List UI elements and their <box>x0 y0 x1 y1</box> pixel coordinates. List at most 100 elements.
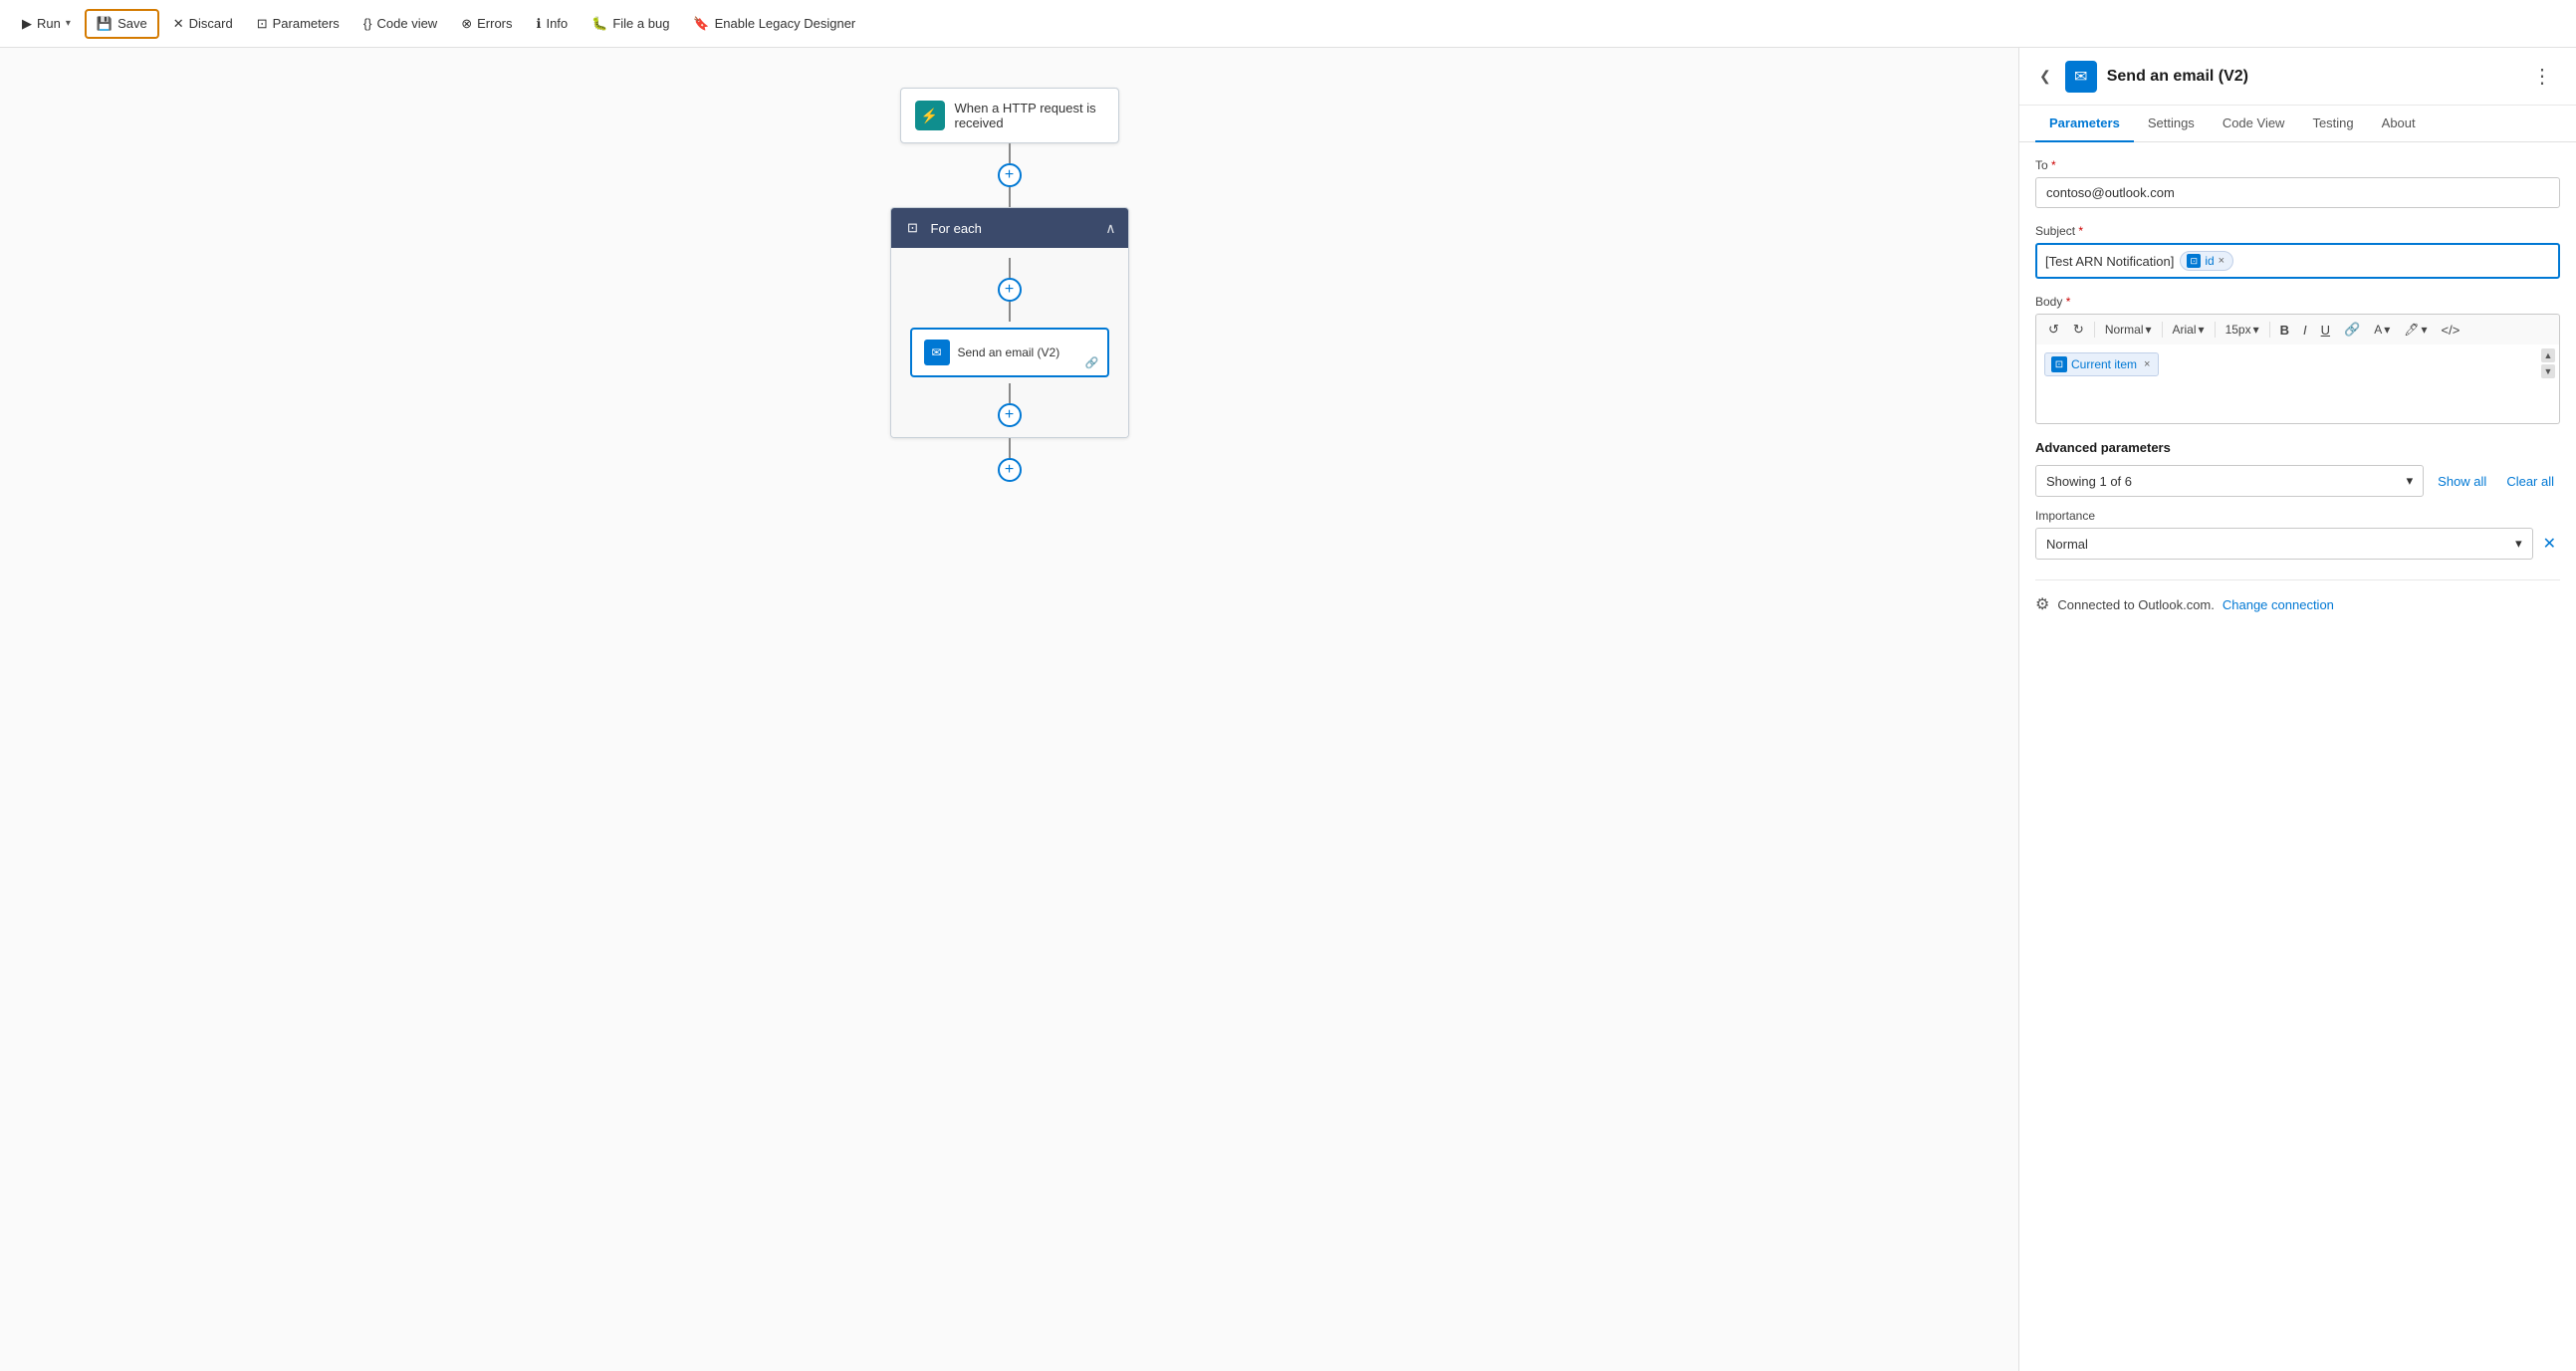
link-icon: 🔗 <box>1085 356 1099 369</box>
font-color-icon: A <box>2374 323 2382 337</box>
add-button-inner-top[interactable]: + <box>998 278 1022 302</box>
subject-field-input[interactable]: [Test ARN Notification] ⊡ id × <box>2035 243 2560 279</box>
size-chevron-icon: ▾ <box>2253 323 2259 337</box>
connector-inner-bottom: + <box>998 383 1022 427</box>
font-color-chevron-icon: ▾ <box>2384 323 2390 337</box>
scroll-up-button[interactable]: ▲ <box>2541 348 2555 362</box>
paragraph-chevron-icon: ▾ <box>2145 323 2151 337</box>
to-field-input[interactable] <box>2035 177 2560 208</box>
code-btn[interactable]: </> <box>2438 321 2464 340</box>
show-all-button[interactable]: Show all <box>2432 470 2492 493</box>
clear-all-button[interactable]: Clear all <box>2500 470 2560 493</box>
panel-app-icon: ✉ <box>2065 61 2097 93</box>
advanced-params-label: Advanced parameters <box>2035 440 2560 455</box>
importance-select[interactable]: Normal ▾ <box>2035 528 2533 560</box>
canvas[interactable]: ⚡ When a HTTP request is received + ⊡ Fo… <box>0 48 2018 1371</box>
legacy-icon: 🔖 <box>693 16 709 32</box>
add-button-inner-bottom[interactable]: + <box>998 403 1022 427</box>
redo-button[interactable]: ↻ <box>2069 320 2088 340</box>
font-chevron-icon: ▾ <box>2199 323 2205 337</box>
toolbar: ▶ Run ▾ 💾 Save ✕ Discard ⊡ Parameters {}… <box>0 0 2576 48</box>
tab-code-view[interactable]: Code View <box>2209 106 2299 142</box>
highlight-select[interactable]: 🖊 ▾ <box>2400 321 2431 339</box>
importance-value: Normal <box>2046 537 2088 552</box>
errors-button[interactable]: ⊗ Errors <box>451 11 522 37</box>
tab-testing[interactable]: Testing <box>2298 106 2367 142</box>
foreach-collapse-button[interactable]: ∧ <box>1105 220 1115 237</box>
change-connection-link[interactable]: Change connection <box>2223 597 2334 612</box>
connection-icon: ⚙ <box>2035 594 2049 614</box>
size-select[interactable]: 15px ▾ <box>2222 321 2263 339</box>
foreach-icon: ⊡ <box>903 218 923 238</box>
font-select[interactable]: Arial ▾ <box>2169 321 2209 339</box>
italic-button[interactable]: I <box>2299 321 2311 340</box>
undo-button[interactable]: ↺ <box>2044 320 2063 340</box>
tab-settings[interactable]: Settings <box>2134 106 2209 142</box>
file-bug-button[interactable]: 🐛 File a bug <box>582 11 679 37</box>
tab-about[interactable]: About <box>2368 106 2430 142</box>
paragraph-label: Normal <box>2105 323 2144 337</box>
connector-line-2 <box>1009 438 1011 458</box>
connector-inner-line-bottom <box>1009 383 1011 403</box>
main-area: ⚡ When a HTTP request is received + ⊡ Fo… <box>0 48 2576 1371</box>
connector-inner-line-top-b <box>1009 302 1011 322</box>
parameters-button[interactable]: ⊡ Parameters <box>247 11 350 37</box>
info-icon: ℹ <box>537 16 542 32</box>
toolbar-divider-1 <box>2094 322 2095 338</box>
body-token[interactable]: ⊡ Current item × <box>2044 352 2159 376</box>
legacy-designer-button[interactable]: 🔖 Enable Legacy Designer <box>683 11 865 37</box>
save-button[interactable]: 💾 Save <box>85 9 159 39</box>
subject-field-label: Subject * <box>2035 224 2560 238</box>
to-field-group: To * <box>2035 158 2560 208</box>
size-label: 15px <box>2225 323 2251 337</box>
panel-tabs: Parameters Settings Code View Testing Ab… <box>2019 106 2576 142</box>
highlight-icon: 🖊 <box>2404 323 2419 337</box>
legacy-label: Enable Legacy Designer <box>715 16 856 31</box>
token-icon: ⊡ <box>2187 254 2201 268</box>
code-view-label: Code view <box>377 16 438 31</box>
scroll-down-button[interactable]: ▼ <box>2541 364 2555 378</box>
errors-label: Errors <box>477 16 512 31</box>
token-close-button[interactable]: × <box>2219 255 2225 267</box>
email-node[interactable]: ✉ Send an email (V2) 🔗 <box>910 328 1109 377</box>
errors-icon: ⊗ <box>461 16 472 32</box>
font-color-select[interactable]: A ▾ <box>2370 321 2394 339</box>
body-content-area[interactable]: ⊡ Current item × ▲ ▼ <box>2035 344 2560 424</box>
body-token-label: Current item <box>2071 357 2137 371</box>
foreach-body: + ✉ Send an email (V2) 🔗 + <box>891 248 1128 437</box>
run-button[interactable]: ▶ Run ▾ <box>12 11 81 37</box>
foreach-header[interactable]: ⊡ For each ∧ <box>891 208 1128 248</box>
link-button[interactable]: 🔗 <box>2340 320 2364 340</box>
code-view-button[interactable]: {} Code view <box>353 11 447 36</box>
http-node-icon: ⚡ <box>915 101 945 130</box>
subject-token[interactable]: ⊡ id × <box>2180 251 2233 271</box>
showing-select[interactable]: Showing 1 of 6 ▾ <box>2035 465 2424 497</box>
email-node-label: Send an email (V2) <box>958 345 1060 359</box>
connection-footer: ⚙ Connected to Outlook.com. Change conne… <box>2035 579 2560 614</box>
body-token-close[interactable]: × <box>2144 358 2150 370</box>
add-button-1[interactable]: + <box>998 163 1022 187</box>
bold-button[interactable]: B <box>2276 321 2293 340</box>
run-icon: ▶ <box>22 16 32 32</box>
discard-button[interactable]: ✕ Discard <box>163 11 243 37</box>
bug-icon: 🐛 <box>591 16 607 32</box>
connector-1: + <box>998 143 1022 207</box>
panel-more-button[interactable]: ⋮ <box>2524 60 2560 93</box>
importance-clear-button[interactable]: ✕ <box>2539 530 2560 558</box>
connector-inner-line-top <box>1009 258 1011 278</box>
paragraph-select[interactable]: Normal ▾ <box>2101 321 2156 339</box>
connector-inner-top: + <box>998 258 1022 322</box>
tab-parameters[interactable]: Parameters <box>2035 106 2134 142</box>
toolbar-divider-3 <box>2215 322 2216 338</box>
showing-chevron-icon: ▾ <box>2407 473 2414 489</box>
panel-collapse-button[interactable]: ❮ <box>2035 64 2055 89</box>
importance-row: Normal ▾ ✕ <box>2035 528 2560 560</box>
save-icon: 💾 <box>97 16 113 32</box>
http-node-box[interactable]: ⚡ When a HTTP request is received <box>900 88 1119 143</box>
info-button[interactable]: ℹ Info <box>527 11 579 37</box>
run-chevron-icon: ▾ <box>66 18 71 29</box>
add-button-2[interactable]: + <box>998 458 1022 482</box>
underline-button[interactable]: U <box>2317 321 2334 340</box>
flow-container: ⚡ When a HTTP request is received + ⊡ Fo… <box>0 48 2018 522</box>
token-label: id <box>2205 254 2214 268</box>
